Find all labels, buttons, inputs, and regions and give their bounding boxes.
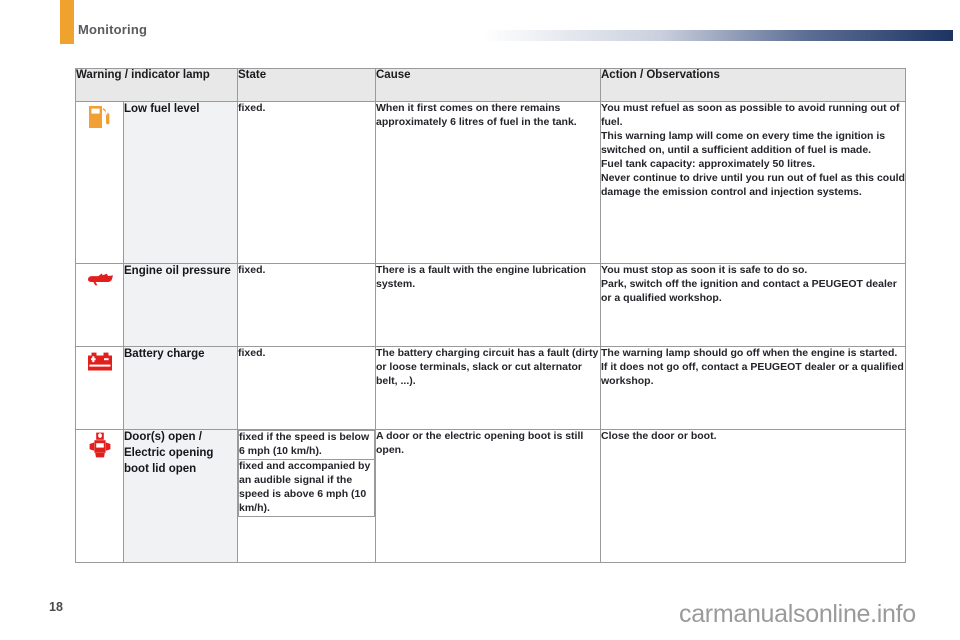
warning-lamp-cell xyxy=(75,263,124,347)
cell-line: If it does not go off, contact a PEUGEOT… xyxy=(601,360,904,387)
table-row: Engine oil pressure fixed. There is a faul… xyxy=(75,263,906,347)
table-row: Door(s) open / Electric opening boot lid… xyxy=(75,429,906,563)
warning-lamp-name: Door(s) open / Electric opening boot lid… xyxy=(123,429,238,563)
table-header-row: Warning / indicator lamp State Cause Act… xyxy=(75,68,906,102)
cell-line: The battery charging circuit has a fault… xyxy=(376,347,599,387)
cell-line: This warning lamp will come on every tim… xyxy=(601,129,886,156)
page-number: 18 xyxy=(49,600,63,614)
header-gradient-rule xyxy=(483,30,953,41)
cell-line: There is a fault with the engine lubrica… xyxy=(376,264,587,290)
battery-icon xyxy=(85,347,115,377)
cause-cell: The battery charging circuit has a fault… xyxy=(375,346,601,430)
cell-line: Close the door or boot. xyxy=(601,430,717,442)
cell-line: When it first comes on there remains app… xyxy=(376,102,577,128)
state-cell: fixed. xyxy=(237,101,376,264)
action-cell: You must stop as soon it is safe to do s… xyxy=(600,263,906,347)
page-header: Monitoring xyxy=(0,0,960,58)
state-text: fixed if the speed is below 6 mph (10 km… xyxy=(238,430,375,460)
cell-line: fixed. xyxy=(238,347,266,359)
action-cell: The warning lamp should go off when the … xyxy=(600,346,906,430)
column-header-state: State xyxy=(237,68,376,102)
oil-can-icon xyxy=(85,264,115,294)
state-split-table: fixed if the speed is below 6 mph (10 km… xyxy=(238,430,375,517)
table-body: Low fuel level fixed. When it first comes … xyxy=(75,101,906,563)
cell-line: The warning lamp should go off when the … xyxy=(601,347,898,359)
column-header-action: Action / Observations xyxy=(600,68,906,102)
table-row: Low fuel level fixed. When it first comes … xyxy=(75,101,906,264)
table-header: Warning / indicator lamp State Cause Act… xyxy=(75,68,906,102)
warning-lamp-name: Low fuel level xyxy=(123,101,238,264)
warning-lamp-cell xyxy=(75,346,124,430)
cause-cell: A door or the electric opening boot is s… xyxy=(375,429,601,563)
cause-cell: There is a fault with the engine lubrica… xyxy=(375,263,601,347)
warning-lamp-table: Warning / indicator lamp State Cause Act… xyxy=(75,68,906,563)
state-cell: fixed if the speed is below 6 mph (10 km… xyxy=(237,429,376,563)
cause-cell: When it first comes on there remains app… xyxy=(375,101,601,264)
state-text: fixed and accompanied by an audible sign… xyxy=(238,458,375,517)
cell-line: Park, switch off the ignition and contac… xyxy=(601,277,897,304)
action-cell: You must refuel as soon as possible to a… xyxy=(600,101,906,264)
cell-line: You must stop as soon it is safe to do s… xyxy=(601,264,808,276)
door-open-icon xyxy=(85,430,115,460)
cell-line: Never continue to drive until you run ou… xyxy=(601,171,905,198)
section-color-tab xyxy=(60,0,74,44)
cell-line: A door or the electric opening boot is s… xyxy=(376,430,584,456)
table-row: Battery charge fixed. The battery charging… xyxy=(75,346,906,430)
state-cell: fixed. xyxy=(237,263,376,347)
fuel-pump-icon xyxy=(85,102,115,132)
cell-line: Fuel tank capacity: approximately 50 lit… xyxy=(601,157,816,170)
section-title: Monitoring xyxy=(78,22,148,37)
warning-lamp-cell xyxy=(75,101,124,264)
state-split-row: fixed if the speed is below 6 mph (10 km… xyxy=(238,430,375,460)
cell-line: fixed. xyxy=(238,264,266,276)
watermark-text: carmanualsonline.info xyxy=(679,600,916,628)
warning-lamp-name: Engine oil pressure xyxy=(123,263,238,347)
column-header-warning-lamp: Warning / indicator lamp xyxy=(75,68,238,102)
state-cell: fixed. xyxy=(237,346,376,430)
warning-lamp-cell xyxy=(75,429,124,563)
column-header-cause: Cause xyxy=(375,68,601,102)
cell-line: fixed. xyxy=(238,102,266,114)
cell-line: You must refuel as soon as possible to a… xyxy=(601,102,900,128)
state-split-row: fixed and accompanied by an audible sign… xyxy=(238,458,375,517)
warning-lamp-name: Battery charge xyxy=(123,346,238,430)
action-cell: Close the door or boot. xyxy=(600,429,906,563)
